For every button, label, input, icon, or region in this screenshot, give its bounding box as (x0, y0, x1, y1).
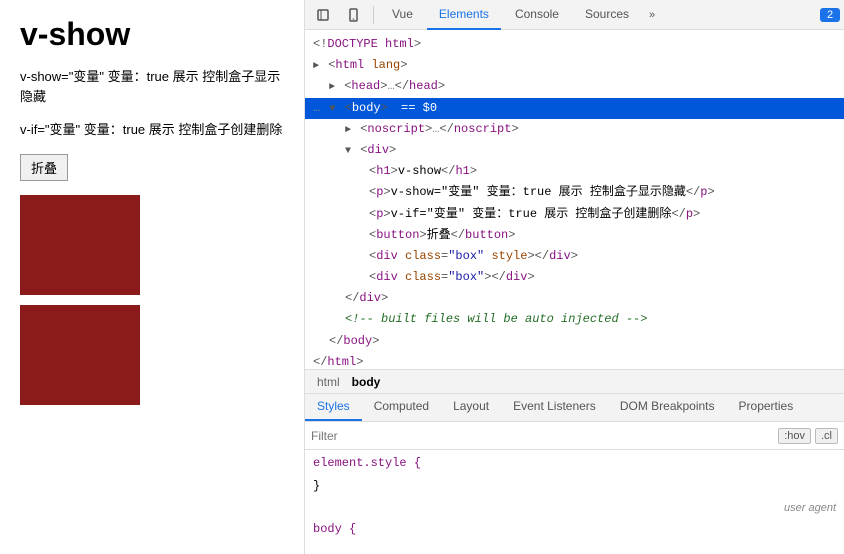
tree-line-html-close: </html> (305, 352, 844, 370)
devtools-panel: Vue Elements Console Sources » 2 <!DOCTY… (305, 0, 844, 554)
red-box-1 (20, 195, 140, 295)
v-show-description: v-show="变量" 变量：true 展示 控制盒子显示隐藏 (20, 67, 284, 106)
devtools-toolbar: Vue Elements Console Sources » 2 (305, 0, 844, 30)
tree-line-doctype: <!DOCTYPE html> (305, 34, 844, 55)
tree-line-div-box2[interactable]: <div class="box"></div> (305, 267, 844, 288)
head-triangle[interactable] (329, 82, 335, 93)
style-tab-computed[interactable]: Computed (362, 394, 441, 421)
toolbar-divider (373, 6, 374, 24)
hov-filter-btn[interactable]: :hov (778, 428, 811, 444)
tree-line-div-open[interactable]: <div> (305, 140, 844, 161)
tree-line-head[interactable]: <head>…</head> (305, 76, 844, 97)
styles-tabs: Styles Computed Layout Event Listeners D… (305, 394, 844, 422)
left-panel: v-show v-show="变量" 变量：true 展示 控制盒子显示隐藏 v… (0, 0, 305, 554)
tree-line-p2[interactable]: <p>v-if="变量" 变量：true 展示 控制盒子创建删除</p> (305, 204, 844, 225)
style-tab-dom-breakpoints[interactable]: DOM Breakpoints (608, 394, 727, 421)
tree-line-noscript[interactable]: <noscript>…</noscript> (305, 119, 844, 140)
noscript-triangle[interactable] (345, 125, 351, 136)
tree-line-p1[interactable]: <p>v-show="变量" 变量：true 展示 控制盒子显示隐藏</p> (305, 182, 844, 203)
breadcrumb-body[interactable]: body (348, 373, 385, 391)
tree-line-body[interactable]: … <body> == $0 (305, 98, 844, 119)
html-tree[interactable]: <!DOCTYPE html> <html lang> <head>…</hea… (305, 30, 844, 370)
html-triangle[interactable] (313, 61, 319, 72)
style-tab-styles[interactable]: Styles (305, 394, 362, 421)
div-triangle[interactable] (345, 146, 351, 157)
fold-button[interactable]: 折叠 (20, 154, 68, 181)
more-tabs-button[interactable]: » (643, 9, 661, 21)
tree-line-div-close: </div> (305, 288, 844, 309)
css-rule-close: } (305, 477, 844, 500)
v-if-description: v-if="变量" 变量：true 展示 控制盒子创建删除 (20, 120, 284, 140)
tree-line-button[interactable]: <button>折叠</button> (305, 225, 844, 246)
tree-line-div-box1[interactable]: <div class="box" style></div> (305, 246, 844, 267)
css-rule-body: body { (305, 516, 844, 543)
cl-filter-btn[interactable]: .cl (815, 428, 838, 444)
filter-row: :hov .cl (305, 422, 844, 450)
tree-line-h1[interactable]: <h1>v-show</h1> (305, 161, 844, 182)
user-agent-label: user agent (305, 500, 844, 516)
style-tab-event-listeners[interactable]: Event Listeners (501, 394, 608, 421)
tree-line-html[interactable]: <html lang> (305, 55, 844, 76)
red-box-2 (20, 305, 140, 405)
notification-badge: 2 (820, 8, 840, 22)
page-title: v-show (20, 16, 284, 53)
body-triangle[interactable] (329, 104, 335, 115)
css-rule-element-style: element.style { (305, 450, 844, 477)
filter-buttons: :hov .cl (778, 428, 838, 444)
style-tab-layout[interactable]: Layout (441, 394, 501, 421)
tree-line-comment: <!-- built files will be auto injected -… (305, 309, 844, 330)
tab-console[interactable]: Console (503, 0, 571, 30)
styles-panel: Styles Computed Layout Event Listeners D… (305, 394, 844, 554)
mobile-tool-icon[interactable] (339, 1, 367, 29)
tab-elements[interactable]: Elements (427, 0, 501, 30)
tab-vue[interactable]: Vue (380, 0, 425, 30)
breadcrumb-html[interactable]: html (313, 373, 344, 391)
tab-sources[interactable]: Sources (573, 0, 641, 30)
filter-input[interactable] (311, 429, 772, 443)
breadcrumb-bar: html body (305, 370, 844, 394)
cursor-tool-icon[interactable] (309, 1, 337, 29)
style-tab-properties[interactable]: Properties (727, 394, 806, 421)
tree-line-body-close: </body> (305, 331, 844, 352)
